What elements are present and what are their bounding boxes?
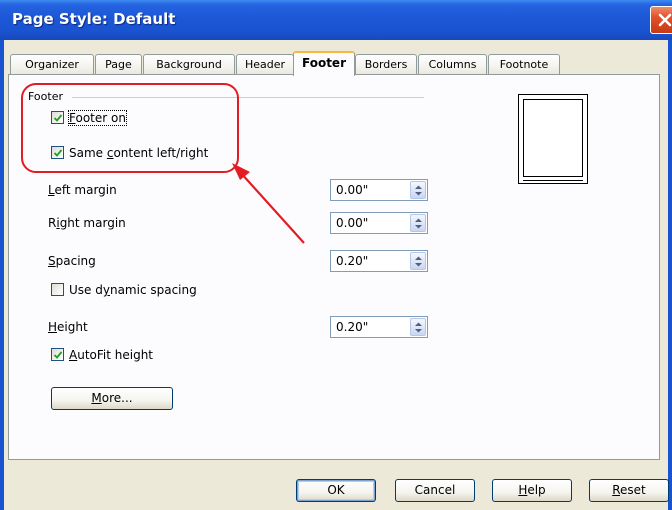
left-margin-spin-button[interactable] [410, 181, 426, 199]
right-margin-spin-button[interactable] [410, 214, 426, 232]
spacing-label: Spacing [48, 254, 96, 268]
same-content-label: Same content left/right [69, 146, 208, 160]
height-spin-button[interactable] [410, 318, 426, 336]
tab-label: Columns [428, 58, 477, 71]
page-preview-footer [523, 180, 583, 181]
group-separator [72, 97, 424, 98]
cancel-label: Cancel [414, 483, 456, 497]
tab-header[interactable]: Header [236, 54, 294, 75]
tab-organizer[interactable]: Organizer [10, 54, 94, 75]
right-margin-spinbox[interactable]: 0.00" [330, 212, 428, 234]
right-margin-value: 0.00" [336, 216, 369, 230]
spin-arrows-icon [415, 322, 422, 333]
reset-label-rest: eset [620, 483, 646, 497]
spacing-spin-button[interactable] [410, 252, 426, 270]
page-preview-body [523, 99, 583, 177]
tab-label: Borders [364, 58, 408, 71]
left-margin-spinbox[interactable]: 0.00" [330, 179, 428, 201]
dynamic-spacing-checkbox[interactable] [51, 283, 64, 296]
autofit-mnemonic: A [69, 348, 78, 362]
dynamic-spacing-mnemonic: y [102, 283, 110, 297]
cancel-button[interactable]: Cancel [395, 479, 475, 502]
ok-label: OK [327, 483, 345, 497]
tab-label: Footer [302, 56, 346, 70]
help-button[interactable]: Help [492, 479, 572, 502]
more-button[interactable]: More... [51, 387, 173, 410]
tab-page[interactable]: Page [95, 54, 142, 75]
ok-button[interactable]: OK [296, 479, 376, 502]
tab-footnote[interactable]: Footnote [488, 54, 560, 75]
height-label-rest: eight [57, 320, 88, 334]
tab-columns[interactable]: Columns [418, 54, 487, 75]
checkmark-icon [53, 114, 63, 122]
tab-label: Header [244, 58, 286, 71]
reset-mnemonic: R [612, 483, 621, 497]
height-mnemonic: H [48, 320, 58, 334]
height-spinbox[interactable]: 0.20" [330, 316, 428, 338]
spin-arrows-icon [415, 185, 422, 196]
close-icon [658, 13, 672, 27]
window-border-left [0, 40, 4, 510]
dynamic-spacing-label-pre: Use d [69, 283, 103, 297]
help-mnemonic: H [518, 483, 528, 497]
spin-arrows-icon [415, 218, 422, 229]
same-content-label-pre: Same [69, 146, 107, 160]
checkmark-icon [53, 149, 63, 157]
footer-on-checkbox[interactable] [51, 111, 64, 124]
footer-group-label: Footer [28, 90, 63, 103]
page-style-dialog: Page Style: Default Organizer Page Backg… [0, 0, 672, 510]
more-label-rest: ore... [101, 391, 133, 405]
spin-arrows-icon [415, 256, 422, 267]
tab-borders[interactable]: Borders [355, 54, 417, 75]
tab-label: Organizer [25, 58, 79, 71]
autofit-label-rest: utoFit height [77, 348, 154, 362]
left-margin-label-rest: eft margin [54, 183, 117, 197]
spacing-value: 0.20" [336, 254, 369, 268]
tab-background[interactable]: Background [143, 54, 235, 75]
title-bar[interactable]: Page Style: Default [0, 0, 672, 40]
tab-label: Footnote [499, 58, 549, 71]
height-value: 0.20" [336, 320, 369, 334]
footer-on-label: Footer on [68, 110, 127, 126]
left-margin-label: Left margin [48, 183, 117, 197]
tab-label: Background [156, 58, 222, 71]
window-title: Page Style: Default [12, 10, 176, 28]
same-content-checkbox[interactable] [51, 146, 64, 159]
help-label-rest: elp [527, 483, 546, 497]
same-content-label-rest: ontent left/right [113, 146, 209, 160]
right-margin-label-rest: ght margin [59, 216, 126, 230]
close-button[interactable] [650, 6, 672, 34]
left-margin-value: 0.00" [336, 183, 369, 197]
right-margin-label: Right margin [48, 216, 126, 230]
spacing-spinbox[interactable]: 0.20" [330, 250, 428, 272]
page-preview [518, 94, 588, 184]
reset-button[interactable]: Reset [589, 479, 669, 502]
autofit-label: AutoFit height [69, 348, 153, 362]
tab-label: Page [105, 58, 132, 71]
dynamic-spacing-label-rest: namic spacing [109, 283, 197, 297]
window-border-right [668, 40, 672, 510]
footer-on-label-rest: ooter on [75, 111, 126, 125]
autofit-checkbox[interactable] [51, 348, 64, 361]
height-label: Height [48, 320, 88, 334]
spacing-mnemonic: S [48, 254, 56, 268]
dynamic-spacing-label: Use dynamic spacing [69, 283, 197, 297]
spacing-label-rest: pacing [55, 254, 96, 268]
checkmark-icon [53, 351, 63, 359]
more-mnemonic: M [91, 391, 102, 405]
tab-footer[interactable]: Footer [293, 51, 355, 76]
